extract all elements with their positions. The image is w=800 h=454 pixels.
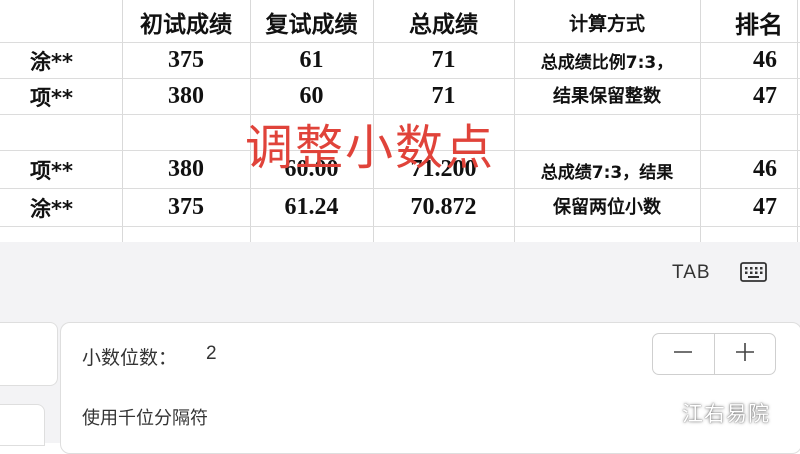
cell-total[interactable]: 71 — [373, 43, 514, 78]
increment-button[interactable] — [715, 334, 775, 374]
cell-rank[interactable]: 46 — [700, 43, 800, 78]
cell-name[interactable]: 涂** — [30, 43, 120, 78]
plus-icon — [734, 341, 756, 368]
header-calc-method[interactable]: 计算方式 — [514, 2, 700, 42]
cell-initial[interactable]: 375 — [122, 189, 250, 226]
cell-retest[interactable]: 61 — [250, 43, 373, 78]
cell-name[interactable]: 项** — [30, 151, 120, 188]
decimal-places-label: 小数位数： — [82, 347, 178, 369]
tab-key[interactable]: TAB — [672, 262, 711, 284]
overlay-caption: 调整小数点 — [245, 120, 496, 176]
cell-name[interactable]: 项** — [30, 79, 120, 114]
grid-line — [0, 226, 800, 227]
format-option-card[interactable] — [0, 322, 58, 386]
cell-rank[interactable]: 47 — [700, 79, 800, 114]
calc-method-note[interactable]: 总成绩比例7:3， — [515, 45, 699, 75]
cell-name[interactable]: 涂** — [30, 189, 120, 226]
cell-rank[interactable]: 46 — [700, 151, 800, 188]
keyboard-icon[interactable] — [740, 262, 767, 282]
decimal-places-stepper — [652, 333, 776, 375]
cell-total[interactable]: 70.872 — [373, 189, 514, 226]
thousands-separator-option[interactable]: 使用千位分隔符 — [82, 404, 208, 430]
header-retest-score[interactable]: 复试成绩 — [250, 2, 373, 42]
header-rank[interactable]: 排名 — [700, 2, 800, 42]
cell-retest[interactable]: 61.24 — [250, 189, 373, 226]
spreadsheet: 初试成绩 复试成绩 总成绩 计算方式 排名 涂** 375 61 71 46 项… — [0, 0, 800, 242]
calc-method-note[interactable]: 结果保留整数 — [515, 80, 699, 110]
cell-initial[interactable]: 380 — [122, 151, 250, 188]
header-total-score[interactable]: 总成绩 — [373, 2, 514, 42]
watermark: 江右易院 — [682, 402, 770, 426]
decrement-button[interactable] — [653, 334, 713, 374]
cell-initial[interactable]: 375 — [122, 43, 250, 78]
decimal-places-value: 2 — [206, 343, 217, 364]
calc-method-note[interactable]: 保留两位小数 — [515, 191, 699, 221]
minus-icon — [672, 341, 694, 368]
calc-method-note[interactable]: 总成绩7:3，结果 — [515, 155, 699, 185]
cell-rank[interactable]: 47 — [700, 189, 800, 226]
format-option-card[interactable] — [0, 404, 45, 446]
header-initial-score[interactable]: 初试成绩 — [122, 2, 250, 42]
cell-initial[interactable]: 380 — [122, 79, 250, 114]
